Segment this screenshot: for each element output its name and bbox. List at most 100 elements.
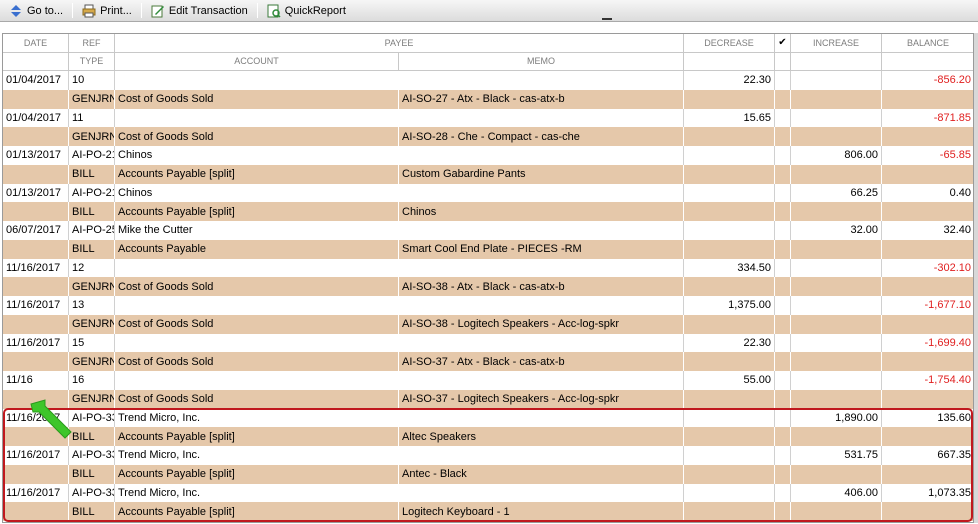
cell-date: 01/04/2017 <box>3 108 69 128</box>
cell-account: Accounts Payable [split] <box>115 464 399 484</box>
transaction-split-row[interactable]: BILL Accounts Payable [split] Logitech Key… <box>3 502 973 521</box>
header-decrease[interactable]: DECREASE <box>684 34 775 53</box>
cell-blank <box>3 164 69 184</box>
goto-button[interactable]: Go to... <box>4 1 68 21</box>
cell-decrease: 334.50 <box>684 258 775 278</box>
cell-blank <box>684 239 775 259</box>
transaction-split-row[interactable]: BILL Accounts Payable [split] Custom Gabar… <box>3 164 973 184</box>
header-balance[interactable]: BALANCE <box>882 34 973 53</box>
transaction-split-row[interactable]: BILL Accounts Payable [split] Antec - Blac… <box>3 464 973 484</box>
cell-balance: 32.40 <box>882 221 973 240</box>
cell-blank <box>791 127 882 146</box>
header-increase[interactable]: INCREASE <box>791 34 882 53</box>
print-label: Print... <box>100 4 132 17</box>
cell-memo: Antec - Black <box>399 464 684 484</box>
cell-check <box>775 221 791 240</box>
transaction-split-row[interactable]: GENJRN Cost of Goods Sold AI-SO-37 - Atx -… <box>3 352 973 371</box>
cell-increase: 806.00 <box>791 146 882 165</box>
cell-payee: Trend Micro, Inc. <box>115 408 684 428</box>
toolbar-separator <box>256 3 258 18</box>
transaction-split-row[interactable]: GENJRN Cost of Goods Sold AI-SO-27 - Atx -… <box>3 89 973 109</box>
toolbar-separator <box>72 3 74 18</box>
header-date[interactable]: DATE <box>3 34 69 53</box>
cell-check <box>775 183 791 203</box>
header-row-1: DATE REF PAYEE DECREASE ✔ INCREASE BALAN… <box>3 34 973 53</box>
cell-ref: 13 <box>69 296 115 315</box>
cell-account: Accounts Payable [split] <box>115 164 399 184</box>
vertical-scrollbar[interactable] <box>974 33 978 523</box>
cell-date: 11/16/2017 <box>3 258 69 278</box>
cell-account: Cost of Goods Sold <box>115 89 399 109</box>
resize-grip[interactable] <box>602 18 612 20</box>
transaction-row[interactable]: 11/16 16 55.00 -1,754.40 <box>3 371 973 390</box>
transaction-row[interactable]: 11/16/2017 AI-PO-33 Trend Micro, Inc. 406.0… <box>3 483 973 503</box>
cell-payee: Chinos <box>115 183 684 203</box>
cell-blank <box>791 239 882 259</box>
cell-blank <box>3 314 69 334</box>
cell-blank <box>684 502 775 521</box>
transaction-row[interactable]: 11/16/2017 13 1,375.00 -1,677.10 <box>3 296 973 315</box>
edit-transaction-button[interactable]: Edit Transaction <box>146 1 253 21</box>
cell-decrease <box>684 408 775 428</box>
cell-increase <box>791 333 882 353</box>
print-button[interactable]: Print... <box>77 1 137 21</box>
transaction-split-row[interactable]: BILL Accounts Payable [split] Altec Speake… <box>3 427 973 446</box>
transaction-row[interactable]: 11/16/2017 AI-PO-33 Trend Micro, Inc. 1,890… <box>3 408 973 428</box>
cell-type: BILL <box>69 164 115 184</box>
transaction-split-row[interactable]: GENJRN Cost of Goods Sold AI-SO-38 - Logit… <box>3 314 973 334</box>
cell-blank <box>775 202 791 221</box>
cell-decrease <box>684 183 775 203</box>
cell-increase: 406.00 <box>791 483 882 503</box>
cell-increase <box>791 71 882 90</box>
transaction-row[interactable]: 11/16/2017 15 22.30 -1,699.40 <box>3 333 973 353</box>
cell-type: GENJRN <box>69 89 115 109</box>
cell-blank <box>775 464 791 484</box>
quickreport-button[interactable]: QuickReport <box>262 1 351 21</box>
header-payee[interactable]: PAYEE <box>115 34 684 53</box>
transaction-split-row[interactable]: GENJRN Cost of Goods Sold AI-SO-38 - Atx -… <box>3 277 973 296</box>
cell-memo: AI-SO-38 - Logitech Speakers - Acc-log-s… <box>399 314 684 334</box>
header-check[interactable]: ✔ <box>775 34 791 53</box>
transaction-row[interactable]: 11/16/2017 AI-PO-33 Trend Micro, Inc. 531.7… <box>3 446 973 465</box>
cell-blank <box>791 464 882 484</box>
cell-blank <box>3 464 69 484</box>
transaction-row[interactable]: 01/13/2017 AI-PO-21 Chinos 806.00 -65.85 <box>3 146 973 165</box>
cell-blank <box>775 277 791 296</box>
toolbar: Go to... Print... Edit Transaction Quick… <box>0 0 978 22</box>
cell-ref: AI-PO-33 <box>69 408 115 428</box>
cell-date: 11/16/2017 <box>3 446 69 465</box>
cell-type: BILL <box>69 239 115 259</box>
transaction-row[interactable]: 11/16/2017 12 334.50 -302.10 <box>3 258 973 278</box>
cell-blank <box>3 89 69 109</box>
transaction-split-row[interactable]: GENJRN Cost of Goods Sold AI-SO-37 - Logit… <box>3 389 973 409</box>
cell-memo: AI-SO-38 - Atx - Black - cas-atx-b <box>399 277 684 296</box>
quickreport-label: QuickReport <box>284 4 346 17</box>
transaction-split-row[interactable]: GENJRN Cost of Goods Sold AI-SO-28 - Che -… <box>3 127 973 146</box>
cell-check <box>775 371 791 390</box>
cell-blank <box>791 277 882 296</box>
cell-memo: AI-SO-37 - Atx - Black - cas-atx-b <box>399 352 684 371</box>
cell-blank <box>791 502 882 521</box>
header-type[interactable]: TYPE <box>69 52 115 71</box>
transaction-split-row[interactable]: BILL Accounts Payable Smart Cool End Plate… <box>3 239 973 259</box>
header-ref[interactable]: REF <box>69 34 115 53</box>
cell-check <box>775 446 791 465</box>
transaction-row[interactable]: 01/13/2017 AI-PO-21 Chinos 66.25 0.40 <box>3 183 973 203</box>
cell-blank <box>775 352 791 371</box>
header-account[interactable]: ACCOUNT <box>115 52 399 71</box>
cell-balance: -856.20 <box>882 71 973 90</box>
cell-decrease: 22.30 <box>684 333 775 353</box>
cell-account: Cost of Goods Sold <box>115 314 399 334</box>
transaction-row[interactable]: 01/04/2017 11 15.65 -871.85 <box>3 108 973 128</box>
cell-check <box>775 108 791 128</box>
cell-memo: AI-SO-37 - Logitech Speakers - Acc-log-s… <box>399 389 684 409</box>
transaction-split-row[interactable]: BILL Accounts Payable [split] Chinos <box>3 202 973 221</box>
cell-blank <box>684 352 775 371</box>
transaction-row[interactable]: 06/07/2017 AI-PO-25 Mike the Cutter 32.00 32… <box>3 221 973 240</box>
cell-blank <box>3 202 69 221</box>
header-memo[interactable]: MEMO <box>399 52 684 71</box>
transaction-row[interactable]: 01/04/2017 10 22.30 -856.20 <box>3 71 973 90</box>
cell-decrease: 1,375.00 <box>684 296 775 315</box>
cell-check <box>775 333 791 353</box>
cell-blank <box>684 464 775 484</box>
